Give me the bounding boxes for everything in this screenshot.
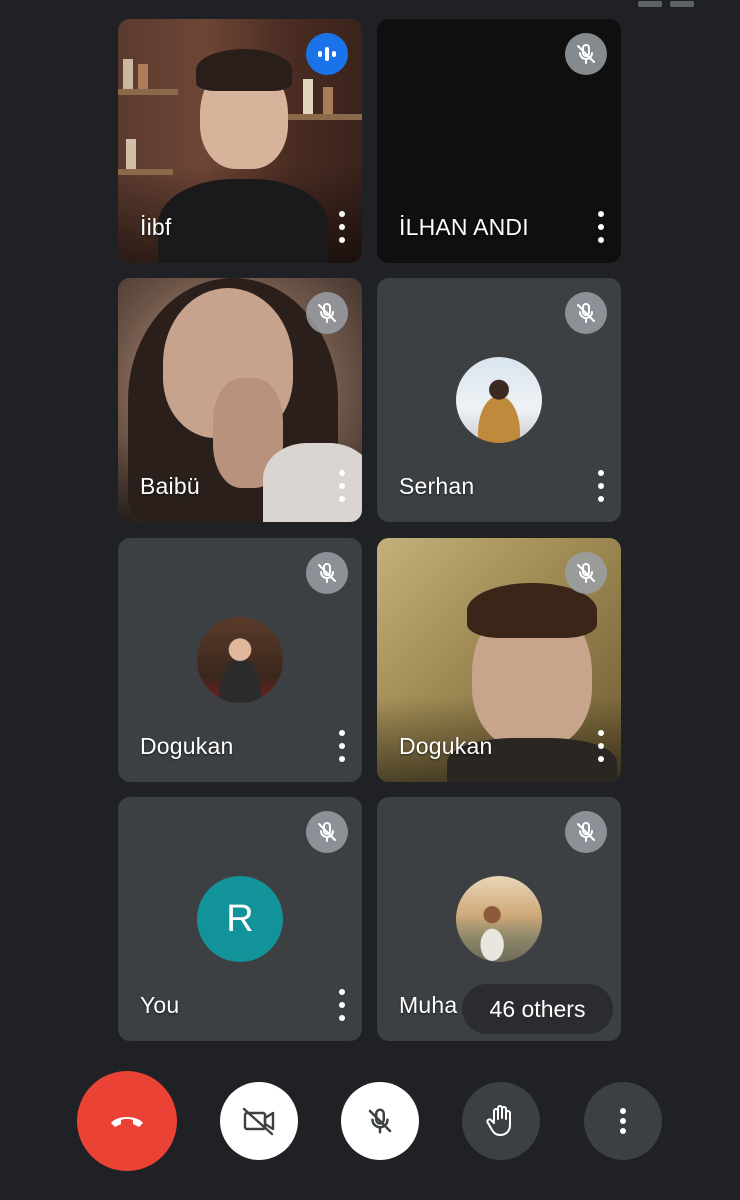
mic-toggle-button[interactable] (341, 1082, 419, 1160)
mic-off-icon (318, 563, 336, 583)
avatar (456, 876, 542, 962)
book (123, 59, 133, 89)
participant-name: Baibü (140, 473, 200, 499)
mic-off-icon (368, 1108, 392, 1134)
mic-off-icon (577, 563, 595, 583)
book (323, 87, 333, 114)
others-count-pill[interactable]: 46 others (462, 984, 613, 1034)
participant-name: Muha (399, 992, 458, 1018)
participant-name: Dogukan (399, 733, 493, 759)
participant-name: İibf (140, 214, 172, 240)
end-call-button[interactable] (77, 1071, 177, 1171)
avatar (197, 617, 283, 703)
more-options-icon[interactable] (593, 470, 609, 502)
more-options-icon[interactable] (334, 211, 350, 243)
participant-name: Dogukan (140, 733, 234, 759)
shelf (118, 89, 178, 95)
camera-off-icon (242, 1107, 275, 1136)
participant-tile[interactable]: Dogukan (118, 538, 362, 782)
participant-name: You (140, 992, 180, 1018)
mic-off-badge (565, 33, 607, 75)
mic-off-badge (565, 811, 607, 853)
mic-off-icon (577, 44, 595, 64)
mic-off-icon (318, 303, 336, 323)
more-options-icon[interactable] (334, 989, 350, 1021)
phone-hangup-icon (111, 1117, 143, 1127)
speaking-indicator (306, 33, 348, 75)
more-vert-icon (620, 1108, 626, 1134)
mic-off-icon (577, 822, 595, 842)
shelf (118, 169, 173, 175)
raise-hand-button[interactable] (462, 1082, 540, 1160)
mic-off-badge (565, 292, 607, 334)
status-icons (630, 0, 700, 7)
avatar (456, 357, 542, 443)
participant-tile-self[interactable]: R You (118, 797, 362, 1041)
person-hair (196, 49, 292, 91)
book (138, 64, 148, 89)
mic-off-icon (318, 822, 336, 842)
more-options-icon[interactable] (593, 211, 609, 243)
participant-tile[interactable]: Serhan (377, 278, 621, 522)
top-bar-remnant (0, 0, 740, 14)
mic-off-badge (306, 292, 348, 334)
hand-icon (486, 1105, 511, 1136)
camera-toggle-button[interactable] (220, 1082, 298, 1160)
mic-off-badge (306, 811, 348, 853)
more-options-icon[interactable] (334, 470, 350, 502)
more-options-icon[interactable] (334, 730, 350, 762)
participant-tile[interactable]: Baibü (118, 278, 362, 522)
participant-name: İLHAN ANDI (399, 214, 529, 240)
mic-off-badge (565, 552, 607, 594)
mic-off-badge (306, 552, 348, 594)
participant-tile[interactable]: İibf (118, 19, 362, 263)
participant-name: Serhan (399, 473, 475, 499)
shelf (288, 114, 362, 120)
audio-bars-icon (318, 47, 336, 61)
avatar: R (197, 876, 283, 962)
more-options-button[interactable] (584, 1082, 662, 1160)
book (303, 79, 313, 114)
more-options-icon[interactable] (593, 730, 609, 762)
book (126, 139, 136, 169)
participant-tile[interactable]: İLHAN ANDI (377, 19, 621, 263)
person-body (158, 179, 328, 263)
mic-off-icon (577, 303, 595, 323)
participant-tile[interactable]: Dogukan (377, 538, 621, 782)
